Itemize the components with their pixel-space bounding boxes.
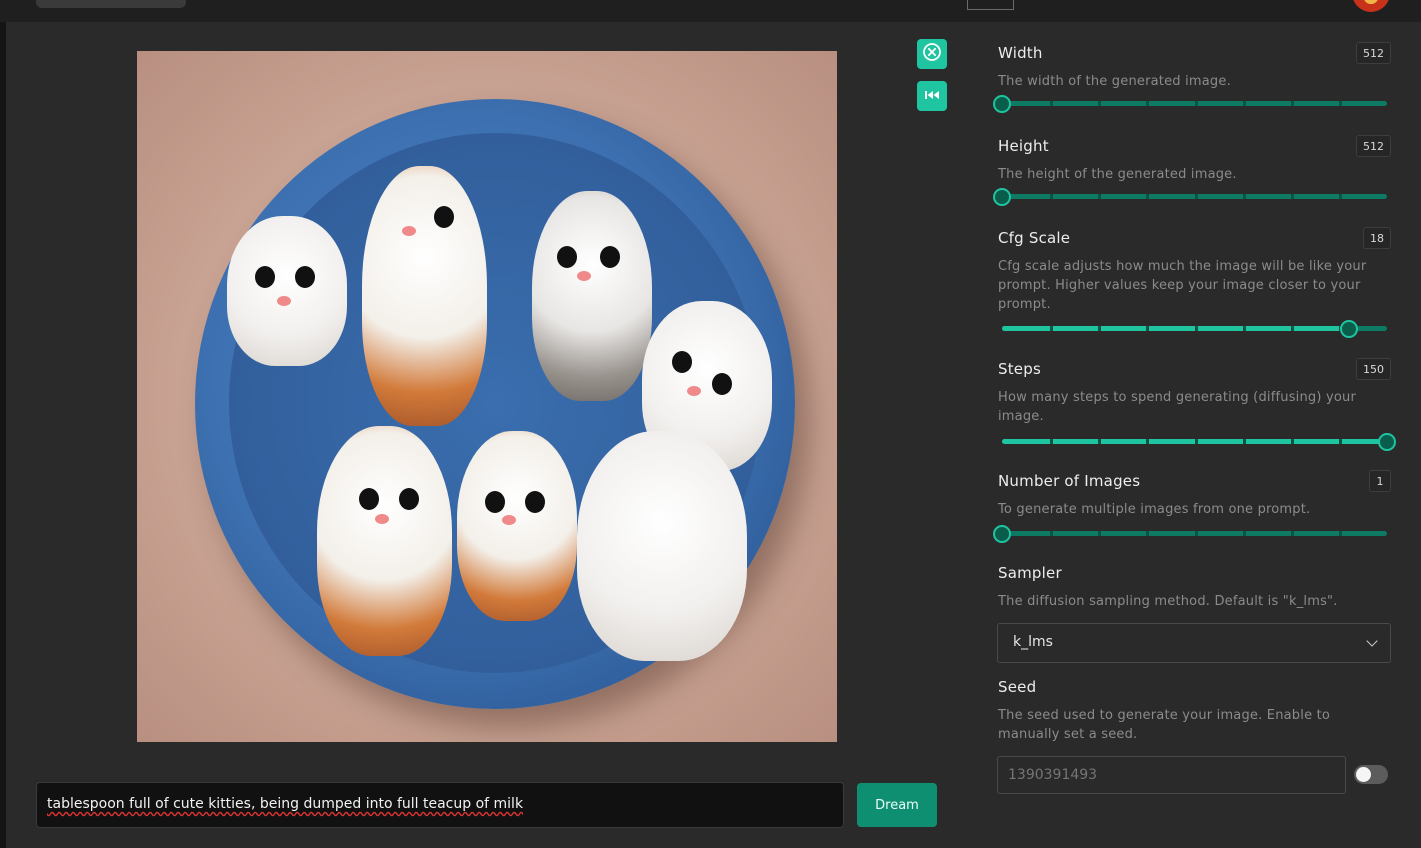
height-slider[interactable] [993, 188, 1387, 206]
sampler-description: The diffusion sampling method. Default i… [998, 594, 1338, 609]
seed-toggle-knob [1356, 767, 1371, 782]
sampler-label: Sampler [998, 564, 1062, 582]
cfg-scale-slider-thumb[interactable] [1340, 320, 1358, 338]
slider-tick [1098, 194, 1101, 199]
kitten-shape [317, 426, 452, 656]
steps-label: Steps [998, 360, 1041, 378]
cfg-scale-value[interactable]: 18 [1363, 227, 1391, 249]
slider-tick [1243, 326, 1246, 331]
number-of-images-label: Number of Images [998, 472, 1141, 490]
workspace: tablespoon full of cute kitties, being d… [6, 22, 967, 848]
slider-tick [1243, 439, 1246, 444]
steps-value[interactable]: 150 [1356, 358, 1391, 380]
slider-tick [1050, 101, 1053, 106]
slider-tick [1195, 326, 1198, 331]
slider-tick [1098, 531, 1101, 536]
rewind-icon [925, 88, 939, 104]
slider-tick [1146, 101, 1149, 106]
slider-tick [1291, 439, 1294, 444]
prompt-input[interactable]: tablespoon full of cute kitties, being d… [36, 782, 844, 828]
height-value[interactable]: 512 [1356, 135, 1391, 157]
slider-tick [1195, 194, 1198, 199]
slider-tick [1146, 326, 1149, 331]
slider-tick [1291, 194, 1294, 199]
slider-tick [1339, 439, 1342, 444]
slider-tick [1291, 531, 1294, 536]
slider-tick [1146, 194, 1149, 199]
width-label: Width [998, 44, 1043, 62]
slider-tick [1050, 531, 1053, 536]
slider-tick [1243, 531, 1246, 536]
number-of-images-slider-thumb[interactable] [993, 525, 1011, 543]
slider-tick [1098, 439, 1101, 444]
height-label: Height [998, 137, 1049, 155]
kitten-shape [577, 431, 747, 661]
number-of-images-slider[interactable] [993, 525, 1387, 543]
settings-panel: Width 512 The width of the generated ima… [967, 22, 1421, 848]
rewind-button[interactable] [917, 81, 947, 111]
steps-slider[interactable] [1002, 433, 1396, 451]
height-slider-thumb[interactable] [993, 188, 1011, 206]
slider-tick [1339, 531, 1342, 536]
top-tab[interactable] [36, 0, 186, 8]
seed-setting: Seed The seed used to generate your imag… [998, 678, 1391, 744]
slider-tick [1146, 531, 1149, 536]
slider-tick [1243, 194, 1246, 199]
cfg-scale-setting: Cfg Scale 18 Cfg scale adjusts how much … [998, 227, 1391, 338]
slider-tick [1339, 194, 1342, 199]
number-of-images-setting: Number of Images 1 To generate multiple … [993, 470, 1391, 543]
seed-description: The seed used to generate your image. En… [998, 708, 1331, 742]
cfg-scale-slider[interactable] [1002, 320, 1387, 338]
height-description: The height of the generated image. [998, 167, 1237, 182]
generated-image[interactable] [137, 51, 837, 742]
steps-description: How many steps to spend generating (diff… [998, 390, 1357, 424]
kitten-shape [227, 216, 347, 366]
slider-tick [1050, 326, 1053, 331]
cfg-scale-label: Cfg Scale [998, 229, 1071, 247]
height-setting: Height 512 The height of the generated i… [993, 135, 1391, 206]
width-value[interactable]: 512 [1356, 42, 1391, 64]
kitten-shape [457, 431, 577, 621]
width-slider[interactable] [993, 95, 1387, 113]
sampler-select[interactable]: k_lms [997, 623, 1391, 663]
slider-tick [1291, 101, 1294, 106]
width-slider-thumb[interactable] [993, 95, 1011, 113]
slider-tick [1146, 439, 1149, 444]
top-box[interactable] [967, 0, 1014, 10]
slider-tick [1098, 101, 1101, 106]
seed-label: Seed [998, 678, 1037, 696]
dream-button[interactable]: Dream [857, 783, 937, 827]
cfg-scale-description: Cfg scale adjusts how much the image wil… [998, 259, 1367, 312]
kitten-shape [362, 166, 487, 426]
width-description: The width of the generated image. [998, 74, 1231, 89]
width-setting: Width 512 The width of the generated ima… [993, 42, 1391, 113]
seed-toggle[interactable] [1354, 765, 1388, 784]
chevron-down-icon [1366, 635, 1378, 647]
slider-tick [1195, 101, 1198, 106]
circle-x-icon [922, 42, 942, 66]
kitten-shape [532, 191, 652, 401]
steps-slider-thumb[interactable] [1378, 433, 1396, 451]
sampler-selected-value: k_lms [1013, 634, 1053, 650]
seed-input[interactable] [997, 756, 1346, 794]
slider-tick [1050, 439, 1053, 444]
steps-setting: Steps 150 How many steps to spend genera… [998, 358, 1396, 451]
sampler-setting: Sampler The diffusion sampling method. D… [998, 564, 1391, 611]
slider-tick [1195, 439, 1198, 444]
number-of-images-description: To generate multiple images from one pro… [998, 502, 1311, 517]
slider-tick [1050, 194, 1053, 199]
number-of-images-value[interactable]: 1 [1369, 470, 1391, 492]
top-bar [0, 0, 1421, 22]
slider-tick [1339, 101, 1342, 106]
slider-tick [1195, 531, 1198, 536]
slider-tick [1291, 326, 1294, 331]
avatar[interactable] [1352, 0, 1390, 12]
slider-tick [1098, 326, 1101, 331]
cancel-button[interactable] [917, 39, 947, 69]
slider-tick [1243, 101, 1246, 106]
